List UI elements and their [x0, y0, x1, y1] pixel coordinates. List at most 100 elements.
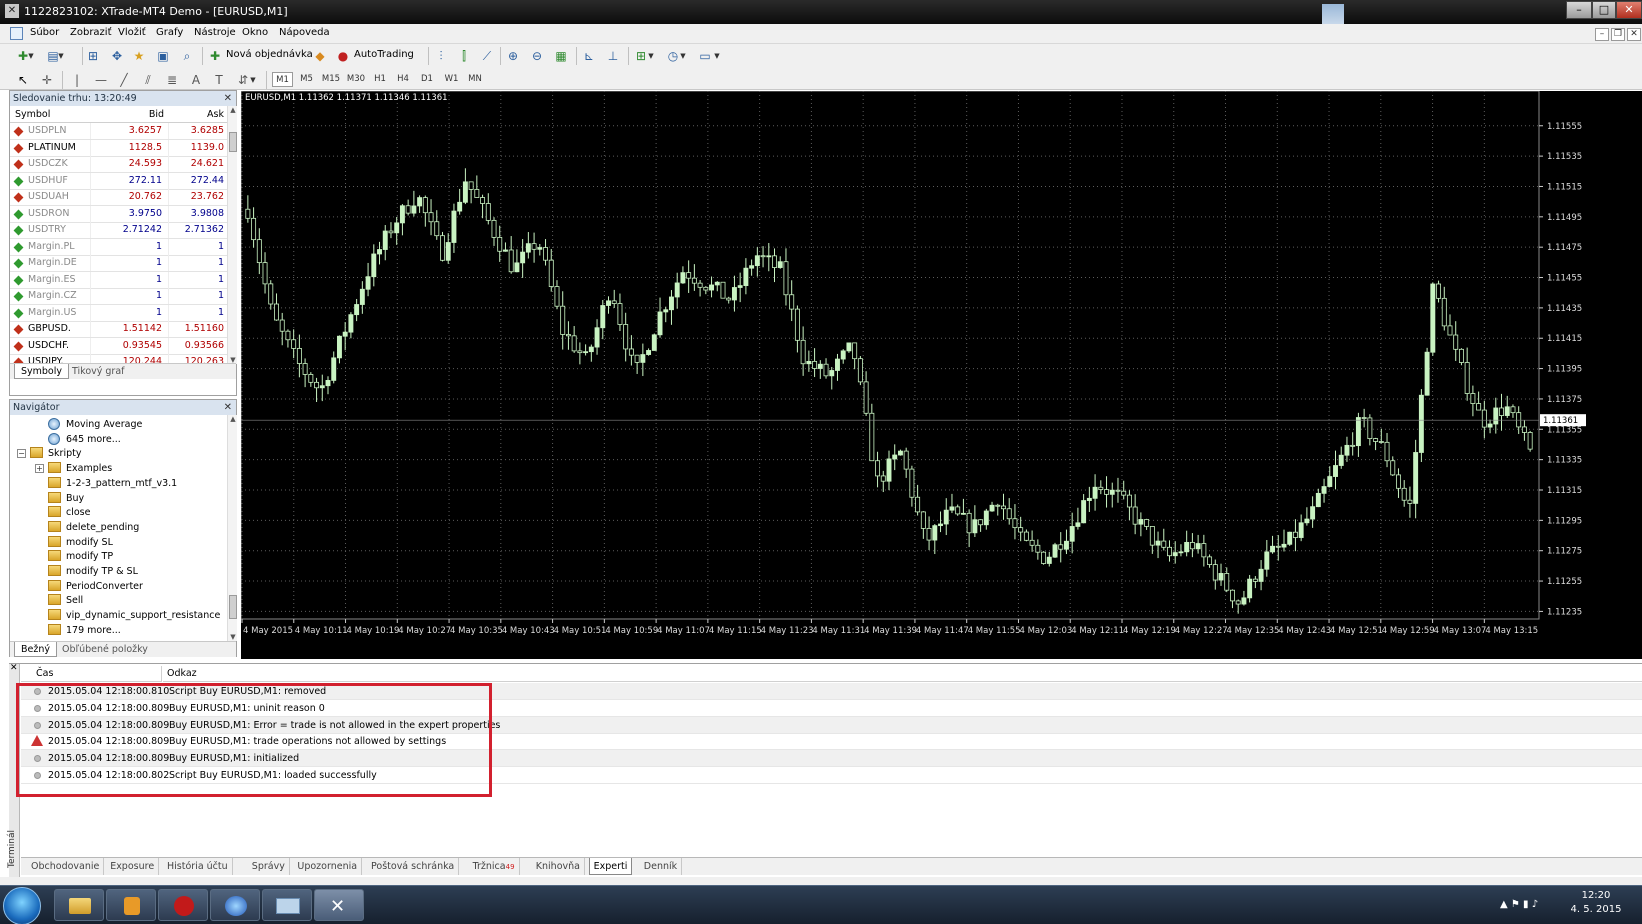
period-w1[interactable]: W1	[441, 72, 462, 87]
tab-terminal-8[interactable]: Experti	[588, 858, 633, 875]
navigator-item[interactable]: Sell	[10, 593, 225, 608]
tab-terminal-1[interactable]: Exposure	[106, 858, 160, 875]
market-watch-row[interactable]: Margin.CZ 1 1	[10, 288, 228, 305]
tab-terminal-7[interactable]: Knihovňa	[532, 858, 585, 875]
navigator-item[interactable]: modify SL	[10, 535, 225, 550]
close-icon[interactable]: ✕	[224, 400, 232, 415]
dropdown-arrow-icon[interactable]: ▼	[26, 47, 36, 65]
autotrading-button[interactable]: AutoTrading	[354, 49, 414, 60]
browser-icon[interactable]	[210, 889, 260, 921]
col-time[interactable]: Čas	[21, 666, 162, 682]
zoom-out-icon[interactable]: ⊖	[528, 47, 546, 65]
zoom-in-icon[interactable]: ⊕	[504, 47, 522, 65]
col-ask[interactable]: Ask	[168, 106, 228, 123]
period-d1[interactable]: D1	[417, 72, 437, 87]
menu-help[interactable]: Nápoveda	[279, 27, 330, 38]
market-watch-row[interactable]: USDHUF 272.11 272.44	[10, 172, 228, 190]
dropdown-arrow-icon[interactable]: ▼	[678, 47, 688, 65]
tab-terminal-5[interactable]: Poštová schránka	[367, 858, 460, 875]
navigator-item[interactable]: modify TP	[10, 549, 225, 564]
navigator-item[interactable]: − Skripty	[10, 446, 225, 461]
market-watch-row[interactable]: PLATINUM 1128.5 1139.0	[10, 139, 228, 157]
mdi-minimize-button[interactable]: –	[1595, 28, 1609, 41]
market-watch-row[interactable]: GBPUSD. 1.51142 1.51160	[10, 321, 228, 338]
col-symbol[interactable]: Symbol	[10, 106, 90, 123]
navigator-item[interactable]: vip_dynamic_support_resistance	[10, 608, 225, 623]
tab-common[interactable]: Bežný	[14, 642, 57, 657]
chart-shift-icon[interactable]: ⊥	[604, 47, 622, 65]
menu-tools[interactable]: Nástroje	[194, 27, 236, 38]
market-watch-row[interactable]: USDCHF. 0.93545 0.93566	[10, 337, 228, 355]
text-icon[interactable]: A	[187, 71, 205, 89]
tab-symbols[interactable]: Symboly	[14, 364, 70, 379]
tile-windows-icon[interactable]: ▦	[552, 47, 570, 65]
tab-terminal-0[interactable]: Obchodovanie	[27, 858, 105, 875]
maximize-button[interactable]: □	[1592, 1, 1616, 19]
metatrader-icon[interactable]: ✕	[314, 889, 364, 921]
navigator-icon[interactable]: ★	[130, 47, 148, 65]
navigator-item[interactable]: + Examples	[10, 461, 225, 476]
market-watch-row[interactable]: USDPLN 3.6257 3.6285	[10, 123, 228, 140]
navigator-item[interactable]: modify TP & SL	[10, 564, 225, 579]
period-h4[interactable]: H4	[393, 72, 413, 87]
metaeditor-icon[interactable]: ◆	[311, 47, 329, 65]
tab-terminal-6[interactable]: Tržnica49	[469, 858, 520, 875]
tab-terminal-2[interactable]: História účtu	[163, 858, 233, 875]
dropdown-arrow-icon[interactable]: ▼	[248, 71, 258, 89]
gpu-monitor-icon[interactable]	[158, 889, 208, 921]
menu-file[interactable]: Súbor	[30, 27, 59, 38]
col-message[interactable]: Odkaz	[163, 666, 1642, 682]
crosshair-icon[interactable]: ✛	[38, 71, 56, 89]
data-window-icon[interactable]: ✥	[108, 47, 126, 65]
market-watch-row[interactable]: USDUAH 20.762 23.762	[10, 189, 228, 206]
new-order-button[interactable]: Nová objednávka	[226, 49, 313, 60]
menu-charts[interactable]: Grafy	[156, 27, 183, 38]
channel-icon[interactable]: ⫽	[139, 71, 157, 89]
menu-insert[interactable]: Vložiť	[118, 27, 146, 38]
minimize-button[interactable]: –	[1566, 1, 1592, 19]
tab-terminal-9[interactable]: Denník	[640, 858, 683, 875]
start-button[interactable]	[3, 887, 41, 924]
tab-favorites[interactable]: Obľúbené položky	[56, 642, 154, 657]
market-watch-row[interactable]: USDRON 3.9750 3.9808	[10, 205, 228, 223]
cursor-icon[interactable]: ↖	[14, 71, 32, 89]
autotrading-icon[interactable]: ●	[334, 47, 352, 65]
period-m30[interactable]: M30	[344, 72, 368, 87]
tray-icons[interactable]: ▲ ⚑ ▮ ♪	[1500, 899, 1538, 910]
navigator-item[interactable]: close	[10, 505, 225, 520]
window-app-icon[interactable]	[262, 889, 312, 921]
tab-terminal-4[interactable]: Upozornenia	[293, 858, 363, 875]
market-watch-row[interactable]: USDCZK 24.593 24.621	[10, 156, 228, 173]
period-m5[interactable]: M5	[296, 72, 317, 87]
period-h1[interactable]: H1	[370, 72, 390, 87]
line-chart-icon[interactable]: ⟋	[478, 47, 496, 65]
period-m15[interactable]: M15	[319, 72, 343, 87]
vertical-line-icon[interactable]: |	[68, 71, 86, 89]
navigator-item[interactable]: delete_pending	[10, 520, 225, 535]
new-order-icon[interactable]: ✚	[206, 47, 224, 65]
tree-expander-icon[interactable]: +	[35, 464, 44, 474]
menu-window[interactable]: Okno	[242, 27, 268, 38]
mdi-close-button[interactable]: ✕	[1627, 28, 1641, 41]
period-mn[interactable]: MN	[464, 72, 486, 87]
bar-chart-icon[interactable]: ⫶	[432, 47, 450, 65]
tab-terminal-3[interactable]: Správy	[248, 858, 290, 875]
market-watch-row[interactable]: Margin.DE 1 1	[10, 255, 228, 272]
price-chart[interactable]: 1.11555 1.11535 1.11515 1.11495 1.11475 1.114…	[241, 91, 1642, 659]
text-label-icon[interactable]: T	[210, 71, 228, 89]
navigator-scrollbar[interactable]: ▲ ▼	[227, 415, 237, 641]
dropdown-arrow-icon[interactable]: ▼	[56, 47, 66, 65]
market-watch-scrollbar[interactable]: ▲ ▼	[227, 106, 237, 364]
navigator-item[interactable]: 1-2-3_pattern_mtf_v3.1	[10, 476, 225, 491]
system-clock[interactable]: 12:20 4. 5. 2015	[1556, 889, 1636, 917]
market-watch-row[interactable]: Margin.ES 1 1	[10, 271, 228, 289]
col-bid[interactable]: Bid	[90, 106, 168, 123]
mdi-restore-button[interactable]: ❐	[1611, 28, 1625, 41]
candlestick-icon[interactable]: ⫿	[455, 47, 473, 65]
close-icon[interactable]: ✕	[10, 663, 18, 673]
menu-view[interactable]: Zobraziť	[70, 27, 112, 38]
media-player-icon[interactable]	[106, 889, 156, 921]
period-m1[interactable]: M1	[272, 72, 293, 87]
navigator-item[interactable]: Moving Average	[10, 417, 225, 432]
trendline-icon[interactable]: ╱	[115, 71, 133, 89]
